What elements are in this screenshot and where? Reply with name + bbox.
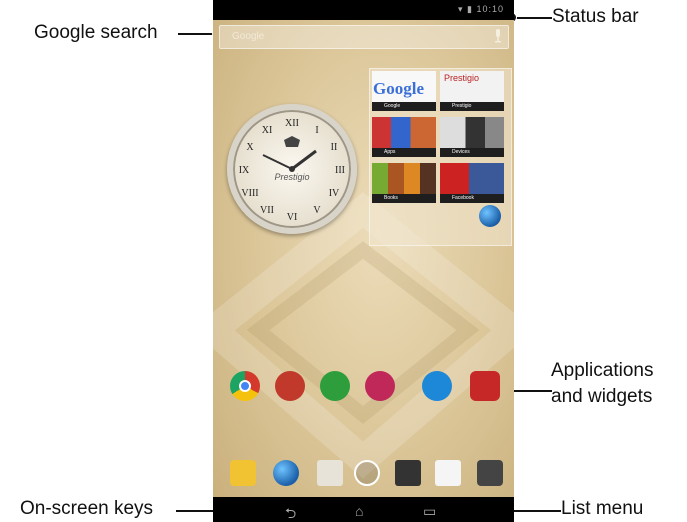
play-store-icon[interactable] — [435, 460, 461, 486]
wifi-icon: ▾ — [457, 4, 464, 14]
mcafee-icon[interactable] — [470, 371, 500, 401]
callout-applications-and-widgets: Applications and widgets — [551, 360, 654, 407]
folder-tile-facebook[interactable]: Facebook — [440, 163, 504, 203]
search-placeholder: Google — [232, 31, 265, 42]
books-tile-image — [372, 163, 436, 195]
home-icon[interactable]: ⌂ — [355, 503, 363, 519]
store-app-icon[interactable] — [365, 371, 395, 401]
svg-text:VI: VI — [287, 212, 298, 223]
callout-line-google-search — [178, 33, 216, 35]
folder-tile-google[interactable]: Google Google — [372, 71, 436, 111]
devices-tile-image — [440, 117, 504, 149]
google-logo-text: Google — [373, 79, 424, 98]
callout-line-status-bar — [512, 17, 552, 19]
clock-brand-text: Prestigio — [274, 172, 310, 182]
tile-label: Google — [372, 102, 436, 111]
tile-label: Devices — [440, 148, 504, 157]
globe-icon[interactable] — [479, 205, 501, 227]
gallery-icon[interactable] — [317, 460, 343, 486]
prestigio-logo-text: Prestigio — [444, 73, 480, 83]
cloud-app-icon[interactable] — [422, 371, 452, 401]
tile-label: Facebook — [440, 194, 504, 203]
folder-tile-prestigio[interactable]: Prestigio Prestigio — [440, 71, 504, 111]
on-screen-keys-bar: ⮌ ⌂ ▭ — [213, 497, 514, 522]
folder-tile-books[interactable]: Books — [372, 163, 436, 203]
status-time: 10:10 — [476, 4, 504, 14]
svg-text:V: V — [313, 205, 321, 216]
tile-label: Books — [372, 194, 436, 203]
svg-text:XI: XI — [262, 125, 273, 136]
tile-label: Prestigio — [440, 102, 504, 111]
status-icons: ▾ ▮ 10:10 — [458, 4, 504, 15]
callout-google-search: Google search — [34, 22, 158, 43]
video-icon[interactable] — [395, 460, 421, 486]
google-tile-image: Google — [372, 71, 436, 103]
svg-text:X: X — [246, 142, 254, 153]
facebook-tile-image — [440, 163, 504, 195]
svg-text:II: II — [331, 142, 338, 153]
email-icon[interactable] — [230, 460, 256, 486]
folder-tile-apps[interactable]: Apps — [372, 117, 436, 157]
recents-icon[interactable]: ▭ — [423, 503, 436, 520]
callout-list-menu: List menu — [561, 498, 644, 519]
book-app-icon[interactable] — [275, 371, 305, 401]
callout-line-applications — [510, 390, 552, 392]
battery-icon: ▮ — [467, 4, 473, 14]
svg-text:VII: VII — [260, 205, 274, 216]
microphone-icon[interactable] — [494, 29, 502, 43]
google-search-bar[interactable]: Google — [219, 25, 509, 49]
callout-on-screen-keys: On-screen keys — [20, 498, 154, 519]
tablet-screen: ▾ ▮ 10:10 Google XII I II III IV V VI VII VIII… — [213, 0, 514, 522]
app-drawer-icon[interactable] — [354, 460, 380, 486]
svg-text:IV: IV — [329, 188, 340, 199]
analog-clock-widget[interactable]: XII I II III IV V VI VII VIII IX X XI Prestigio — [227, 104, 357, 234]
back-icon[interactable]: ⮌ — [285, 503, 296, 522]
browser-icon[interactable] — [273, 460, 299, 486]
svg-text:VIII: VIII — [241, 188, 258, 199]
clock-face: XIIIII IIIIVV VIVIIVIII IXXXI — [239, 118, 345, 223]
chrome-icon[interactable] — [230, 371, 260, 401]
callout-status-bar: Status bar — [552, 6, 639, 27]
svg-text:I: I — [315, 125, 318, 136]
download-app-icon[interactable] — [320, 371, 350, 401]
status-bar: ▾ ▮ 10:10 — [213, 0, 514, 20]
camera-icon[interactable] — [477, 460, 503, 486]
folder-tile-devices[interactable]: Devices — [440, 117, 504, 157]
svg-text:XII: XII — [285, 118, 299, 129]
apps-tile-image — [372, 117, 436, 149]
tile-label: Apps — [372, 148, 436, 157]
prestigio-tile-image: Prestigio — [440, 71, 504, 103]
